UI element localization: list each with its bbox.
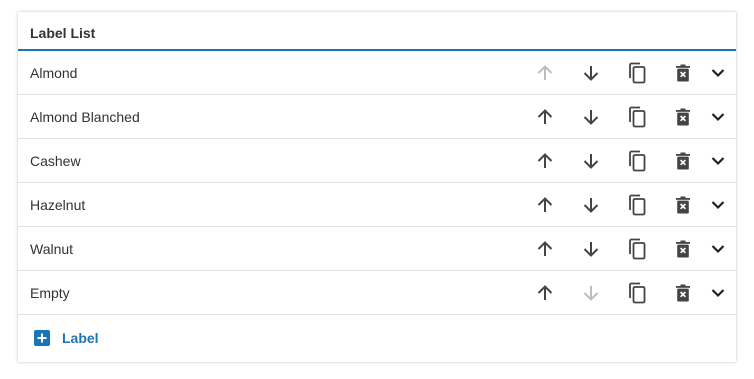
- delete-button[interactable]: [665, 271, 701, 314]
- add-label-text: Label: [62, 330, 99, 346]
- move-up-button: [527, 51, 563, 94]
- copy-icon: [627, 106, 647, 128]
- expand-button[interactable]: [700, 227, 736, 270]
- panel-title: Label List: [30, 24, 96, 41]
- duplicate-button[interactable]: [619, 51, 655, 94]
- arrow-up-icon: [536, 108, 554, 126]
- trash-icon: [675, 240, 691, 258]
- move-up-button[interactable]: [527, 183, 563, 226]
- list-item: Walnut: [18, 227, 736, 271]
- expand-button[interactable]: [700, 271, 736, 314]
- add-label-button[interactable]: Label: [18, 315, 736, 361]
- arrow-up-icon: [536, 284, 554, 302]
- trash-icon: [675, 64, 691, 82]
- trash-icon: [675, 152, 691, 170]
- arrow-down-icon: [582, 284, 600, 302]
- arrow-up-icon: [536, 196, 554, 214]
- copy-icon: [627, 238, 647, 260]
- move-down-button[interactable]: [573, 227, 609, 270]
- move-up-button[interactable]: [527, 95, 563, 138]
- move-down-button[interactable]: [573, 183, 609, 226]
- arrow-up-icon: [536, 64, 554, 82]
- item-label: Walnut: [30, 240, 74, 257]
- expand-button[interactable]: [700, 139, 736, 182]
- copy-icon: [627, 62, 647, 84]
- list-item: Cashew: [18, 139, 736, 183]
- trash-icon: [675, 284, 691, 302]
- expand-button[interactable]: [700, 183, 736, 226]
- delete-button[interactable]: [665, 227, 701, 270]
- list-item: Hazelnut: [18, 183, 736, 227]
- duplicate-button[interactable]: [619, 139, 655, 182]
- duplicate-button[interactable]: [619, 95, 655, 138]
- move-up-button[interactable]: [527, 271, 563, 314]
- panel-header: Label List: [18, 12, 736, 51]
- item-label: Hazelnut: [30, 196, 86, 213]
- duplicate-button[interactable]: [619, 183, 655, 226]
- chevron-down-icon: [711, 112, 725, 122]
- arrow-up-icon: [536, 240, 554, 258]
- move-up-button[interactable]: [527, 227, 563, 270]
- chevron-down-icon: [711, 288, 725, 298]
- copy-icon: [627, 150, 647, 172]
- delete-button[interactable]: [665, 183, 701, 226]
- delete-button[interactable]: [665, 51, 701, 94]
- chevron-down-icon: [711, 156, 725, 166]
- expand-button[interactable]: [700, 51, 736, 94]
- move-up-button[interactable]: [527, 139, 563, 182]
- arrow-down-icon: [582, 240, 600, 258]
- item-label: Almond: [30, 64, 78, 81]
- copy-icon: [627, 282, 647, 304]
- item-label: Cashew: [30, 152, 81, 169]
- arrow-down-icon: [582, 152, 600, 170]
- chevron-down-icon: [711, 200, 725, 210]
- delete-button[interactable]: [665, 95, 701, 138]
- expand-button[interactable]: [700, 95, 736, 138]
- arrow-up-icon: [536, 152, 554, 170]
- arrow-down-icon: [582, 64, 600, 82]
- chevron-down-icon: [711, 244, 725, 254]
- move-down-button[interactable]: [573, 51, 609, 94]
- chevron-down-icon: [711, 68, 725, 78]
- duplicate-button[interactable]: [619, 227, 655, 270]
- list-item: Empty: [18, 271, 736, 315]
- arrow-down-icon: [582, 108, 600, 126]
- move-down-button[interactable]: [573, 139, 609, 182]
- move-down-button: [573, 271, 609, 314]
- label-list: Almond Almond Blanched Cashew Hazelnut W…: [18, 51, 736, 315]
- trash-icon: [675, 196, 691, 214]
- delete-button[interactable]: [665, 139, 701, 182]
- item-label: Empty: [30, 284, 70, 301]
- duplicate-button[interactable]: [619, 271, 655, 314]
- plus-icon: [34, 330, 50, 346]
- label-list-panel: Label List Almond Almond Blanched Cashew: [18, 12, 736, 362]
- copy-icon: [627, 194, 647, 216]
- move-down-button[interactable]: [573, 95, 609, 138]
- item-label: Almond Blanched: [30, 108, 140, 125]
- trash-icon: [675, 108, 691, 126]
- arrow-down-icon: [582, 196, 600, 214]
- list-item: Almond: [18, 51, 736, 95]
- list-item: Almond Blanched: [18, 95, 736, 139]
